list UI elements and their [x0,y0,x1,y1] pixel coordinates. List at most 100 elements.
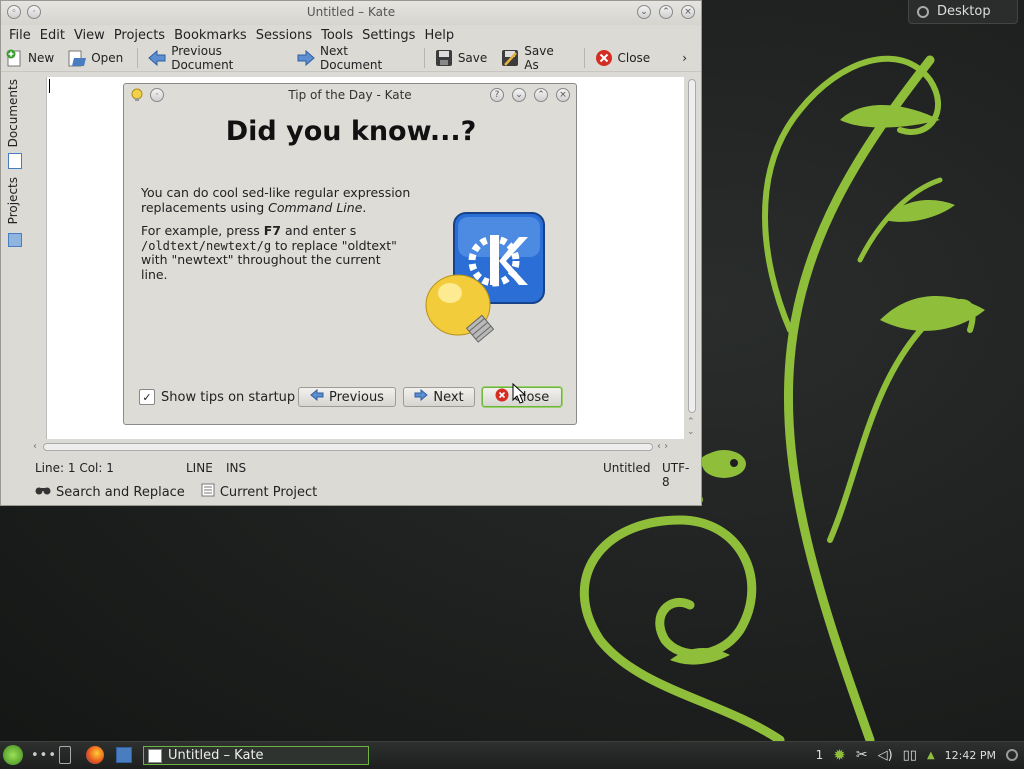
dialog-help-icon[interactable]: ? [490,88,504,102]
new-document-icon [5,49,23,67]
network-icon[interactable]: ▯▯ [903,748,917,763]
documents-icon [8,153,22,169]
bug-icon[interactable]: ✹ [833,746,846,764]
sidebar-tab-documents[interactable]: Documents [6,79,20,147]
dialog-close-icon[interactable]: × [556,88,570,102]
open-label: Open [91,51,124,65]
next-tip-button[interactable]: Next [403,387,475,407]
previous-document-label: Previous Document [171,44,234,72]
file-manager-icon[interactable] [116,747,132,763]
toolbar-separator [423,48,425,68]
open-button[interactable]: Open [68,49,123,67]
taskbar-task-kate[interactable]: Untitled – Kate [143,746,369,765]
save-as-label: Save As [524,44,554,72]
text-cursor [49,79,50,93]
menubar: File Edit View Projects Bookmarks Sessio… [1,25,701,45]
checkbox-check-icon: ✓ [139,389,155,405]
current-project-label: Current Project [219,484,318,500]
search-replace-label: Search and Replace [56,484,185,500]
menu-bookmarks[interactable]: Bookmarks [174,28,247,43]
save-as-icon [501,49,519,67]
arrow-left-icon [148,49,166,67]
dialog-maximize-icon[interactable]: ⌃ [534,88,548,102]
desktop-label: Desktop [937,4,991,19]
maximize-icon[interactable]: ⌃ [659,5,673,19]
menu-view[interactable]: View [74,28,105,43]
kde-lightbulb-icon [425,212,545,343]
status-bar: Line: 1 Col: 1 LINE INS Untitled UTF-8 [35,461,695,489]
show-desktop-icon[interactable] [59,746,71,764]
desktop-plasmoid[interactable]: Desktop [908,0,1018,24]
application-launcher-icon[interactable] [3,745,23,765]
side-panel-tabs: Documents Projects [4,77,26,257]
bottom-tool-tabs: Search and Replace Current Project [35,483,317,501]
save-as-button[interactable]: Save As [501,44,569,72]
menu-edit[interactable]: Edit [40,28,65,43]
clock[interactable]: 12:42 PM [945,749,996,762]
sidebar-tab-documents-label: Documents [6,79,20,148]
save-icon [435,49,453,67]
previous-tip-label: Previous [329,389,384,405]
menu-tools[interactable]: Tools [321,28,353,43]
taskbar: ••• Untitled – Kate 1 ✹ ✂ ◁) ▯▯ ▲ 12:42 … [0,741,1024,769]
next-document-button[interactable]: Next Document [297,44,410,72]
close-circle-icon [495,388,509,406]
encoding[interactable]: UTF-8 [662,461,695,489]
menu-sessions[interactable]: Sessions [256,28,312,43]
menu-file[interactable]: File [9,28,31,43]
cursor-position: Line: 1 Col: 1 [35,461,114,475]
scissors-icon[interactable]: ✂ [856,747,868,763]
search-replace-tab[interactable]: Search and Replace [35,483,185,501]
window-title: Untitled – Kate [306,5,396,19]
tip-heading: Did you know...? [225,116,477,147]
save-button[interactable]: Save [435,49,487,67]
menu-help[interactable]: Help [424,28,454,43]
projects-icon [8,233,22,247]
dialog-minimize-icon[interactable]: ⌄ [512,88,526,102]
arrow-left-icon [310,388,324,405]
mouse-pointer-icon [512,383,526,404]
next-document-label: Next Document [320,44,383,72]
task-title: Untitled – Kate [168,748,264,763]
window-titlebar[interactable]: ◦ · Untitled – Kate ⌄ ⌃ × [1,1,701,25]
sidebar-tab-projects[interactable]: Projects [6,177,20,224]
line-mode[interactable]: LINE [186,461,213,475]
insert-mode[interactable]: INS [226,461,246,475]
vertical-scrollbar[interactable]: ⌃ ⌄ [685,79,699,441]
desktop-toolbox-icon [917,5,929,18]
menu-projects[interactable]: Projects [114,28,165,43]
close-document-icon [595,49,613,67]
toolbar-separator [137,48,139,68]
close-icon[interactable]: × [681,5,695,19]
next-tip-label: Next [433,389,464,405]
sidebar-tab-projects-label: Projects [6,177,20,225]
binoculars-icon [35,484,51,500]
horizontal-scrollbar[interactable]: ‹ ‹ › [33,441,683,453]
previous-document-button[interactable]: Previous Document [148,44,283,72]
document-name: Untitled [603,461,651,475]
volume-icon[interactable]: ◁) [878,748,893,763]
show-tips-checkbox[interactable]: ✓ Show tips on startup [139,389,295,405]
main-toolbar: New Open Previous Document Next Document [1,44,701,72]
close-document-button[interactable]: Close [595,49,651,67]
new-button[interactable]: New [5,49,54,67]
menu-settings[interactable]: Settings [362,28,415,43]
arrow-right-icon [414,388,429,405]
minimize-icon[interactable]: ⌄ [637,5,651,19]
save-label: Save [457,51,488,65]
tip-of-the-day-dialog: · Tip of the Day - Kate ? ⌄ ⌃ × Did you … [123,83,577,425]
system-tray: 1 ✹ ✂ ◁) ▯▯ ▲ 12:42 PM [816,746,1018,764]
virtual-desktop-pager[interactable]: 1 [816,748,824,762]
tray-expand-icon[interactable]: ▲ [927,750,935,761]
tip-text: You can do cool sed-like regular express… [141,185,411,282]
toolbar-overflow-button[interactable]: › [682,51,687,65]
arrow-right-icon [297,49,315,67]
firefox-icon[interactable] [86,746,104,764]
more-dots-icon[interactable]: ••• [31,748,57,763]
current-project-tab[interactable]: Current Project [201,483,317,501]
previous-tip-button[interactable]: Previous [298,387,396,407]
show-tips-label: Show tips on startup [161,389,296,405]
close-document-label: Close [617,51,651,65]
open-document-icon [68,49,87,67]
panel-toolbox-icon[interactable] [1006,749,1018,761]
